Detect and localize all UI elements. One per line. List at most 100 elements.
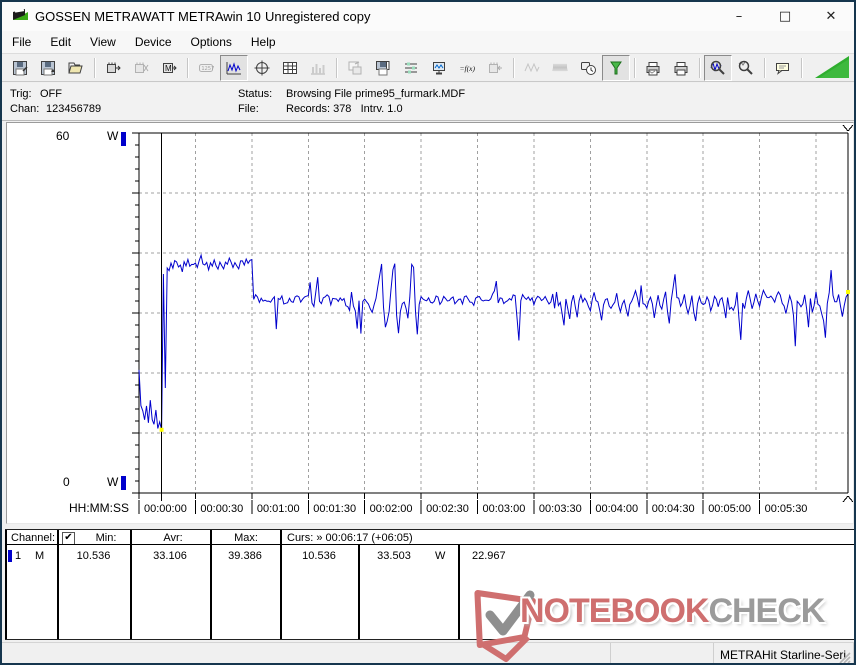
table-line xyxy=(458,545,460,639)
toolbar-separator xyxy=(183,57,192,79)
x-tick-label-11: 00:05:30 xyxy=(764,503,808,515)
svg-text:M: M xyxy=(165,64,172,73)
x-tick-label-10: 00:05:00 xyxy=(708,503,752,515)
histogram-view-button xyxy=(304,55,332,81)
formula-button[interactable]: =f(x) xyxy=(453,55,481,81)
toolbar-separator xyxy=(760,57,769,79)
cursor2-marker xyxy=(846,289,850,294)
open-file-button[interactable] xyxy=(62,55,90,81)
read-device-memory-button[interactable] xyxy=(99,55,127,81)
chan-label: Chan: xyxy=(10,103,40,115)
x-axis-format-label: HH:MM:SS xyxy=(69,501,129,515)
print-report-button[interactable] xyxy=(639,55,667,81)
x-tick-label-3: 00:01:30 xyxy=(313,503,357,515)
toolbar-separator xyxy=(90,57,99,79)
title-app: GOSSEN METRAWATT xyxy=(35,9,175,24)
store-to-disk-button[interactable] xyxy=(369,55,397,81)
file-label: File: xyxy=(238,103,259,115)
col-header-channel: Channel: xyxy=(11,532,56,544)
read-meter-button[interactable]: M xyxy=(155,55,183,81)
trig-label: Trig: xyxy=(10,88,32,100)
app-window: GOSSEN METRAWATT METRAwin 10 Unregistere… xyxy=(0,0,856,665)
menu-bar: File Edit View Device Options Help xyxy=(2,31,854,53)
row-channel-mode: M xyxy=(35,550,45,562)
measurement-info-strip: Trig: OFF Chan: 123456789 Status: Browsi… xyxy=(2,83,854,121)
pc-connection-button[interactable] xyxy=(425,55,453,81)
table-line xyxy=(280,530,282,639)
col-header-avr: Avr: xyxy=(163,532,183,544)
chart-view-button[interactable] xyxy=(220,54,248,81)
row-avr-value: 33.106 xyxy=(153,550,187,562)
close-button[interactable]: ✕ xyxy=(808,2,854,31)
y-axis-max-label: 60 xyxy=(56,129,70,143)
clear-device-memory-button xyxy=(127,55,155,81)
y-axis-unit-top: W xyxy=(107,129,119,143)
x-tick-label-9: 00:04:30 xyxy=(651,503,695,515)
toolbar-separator xyxy=(509,57,518,79)
x-tick-label-7: 00:03:30 xyxy=(538,503,582,515)
status-section-device: METRAHit Starline-Seri xyxy=(714,643,854,664)
x-tick-label-5: 00:02:30 xyxy=(426,503,469,515)
numeric-display-button: 1257 xyxy=(192,55,220,81)
table-view-button[interactable] xyxy=(276,55,304,81)
save-file-button[interactable] xyxy=(6,55,34,81)
table-line xyxy=(57,530,59,639)
trigger-button[interactable] xyxy=(602,54,630,81)
menu-item-help[interactable]: Help xyxy=(242,32,285,52)
x-tick-label-0: 00:00:00 xyxy=(144,503,187,515)
row-max-value: 39.386 xyxy=(228,550,262,562)
file-value: Records: 378 Intrv. 1.0 xyxy=(286,103,403,115)
digital-signal-button xyxy=(546,55,574,81)
table-line xyxy=(130,530,132,639)
analog-signal-button xyxy=(518,55,546,81)
tooltip-help-button[interactable] xyxy=(769,55,797,81)
power-trend-chart[interactable] xyxy=(7,123,853,523)
time-measure-button[interactable] xyxy=(574,55,602,81)
minimize-button[interactable]: – xyxy=(716,2,762,31)
row-channel-number: 1 xyxy=(15,550,22,562)
resize-grip[interactable] xyxy=(838,651,851,664)
power-trace-channel1 xyxy=(138,253,849,430)
y-axis-min-label: 0 xyxy=(63,475,70,489)
title-bar: GOSSEN METRAWATT METRAwin 10 Unregistere… xyxy=(2,2,854,31)
zoom-curve-button[interactable] xyxy=(704,54,732,81)
save-as-button[interactable] xyxy=(34,55,62,81)
zoom-select-button[interactable] xyxy=(732,55,760,81)
toolbar-separator xyxy=(695,57,704,79)
toolbar-separator xyxy=(797,57,806,79)
menu-item-file[interactable]: File xyxy=(3,32,40,52)
table-line xyxy=(358,545,360,639)
toolbar-separator xyxy=(630,57,639,79)
row-min-value: 10.536 xyxy=(76,550,111,562)
col-header-cursor: Curs: » 00:06:17 (+06:05) xyxy=(287,532,413,544)
svg-text:1257: 1257 xyxy=(201,66,214,72)
toolbar-corner-triangle-icon xyxy=(815,56,849,78)
write-device-button xyxy=(481,55,509,81)
title-note: Unregistered copy xyxy=(265,9,371,24)
x-tick-label-1: 00:00:30 xyxy=(200,503,244,515)
svg-text:=f(x): =f(x) xyxy=(460,64,476,73)
channel-color-marker xyxy=(8,550,12,562)
title-product: METRAwin 10 xyxy=(178,9,261,24)
maximize-button[interactable]: □ xyxy=(762,2,808,31)
x-tick-label-6: 00:03:00 xyxy=(482,503,526,515)
print-button[interactable] xyxy=(667,55,695,81)
y-axis-top-channel-marker xyxy=(121,132,126,146)
export-window-button xyxy=(341,55,369,81)
statistics-table: Channel: ✔ Min: Avr: Max: Curs: » 00:06:… xyxy=(5,529,854,640)
row-cursor1-value: 10.536 xyxy=(302,550,336,562)
menu-item-options[interactable]: Options xyxy=(182,32,241,52)
y-axis-bottom-channel-marker xyxy=(121,476,126,490)
cursor-view-button[interactable] xyxy=(248,55,276,81)
table-line xyxy=(210,530,212,639)
y-axis-unit-bottom: W xyxy=(107,475,119,489)
status-bar: METRAHit Starline-Seri xyxy=(2,642,854,664)
menu-item-device[interactable]: Device xyxy=(126,32,181,52)
col-header-max: Max: xyxy=(234,532,258,544)
status-section-middle xyxy=(611,643,714,663)
row-cursor2-value: 33.503 xyxy=(377,550,411,562)
menu-item-view[interactable]: View xyxy=(81,32,125,52)
channel-setup-button[interactable] xyxy=(397,55,425,81)
menu-item-edit[interactable]: Edit xyxy=(41,32,80,52)
status-value: Browsing File prime95_furmark.MDF xyxy=(286,88,466,100)
